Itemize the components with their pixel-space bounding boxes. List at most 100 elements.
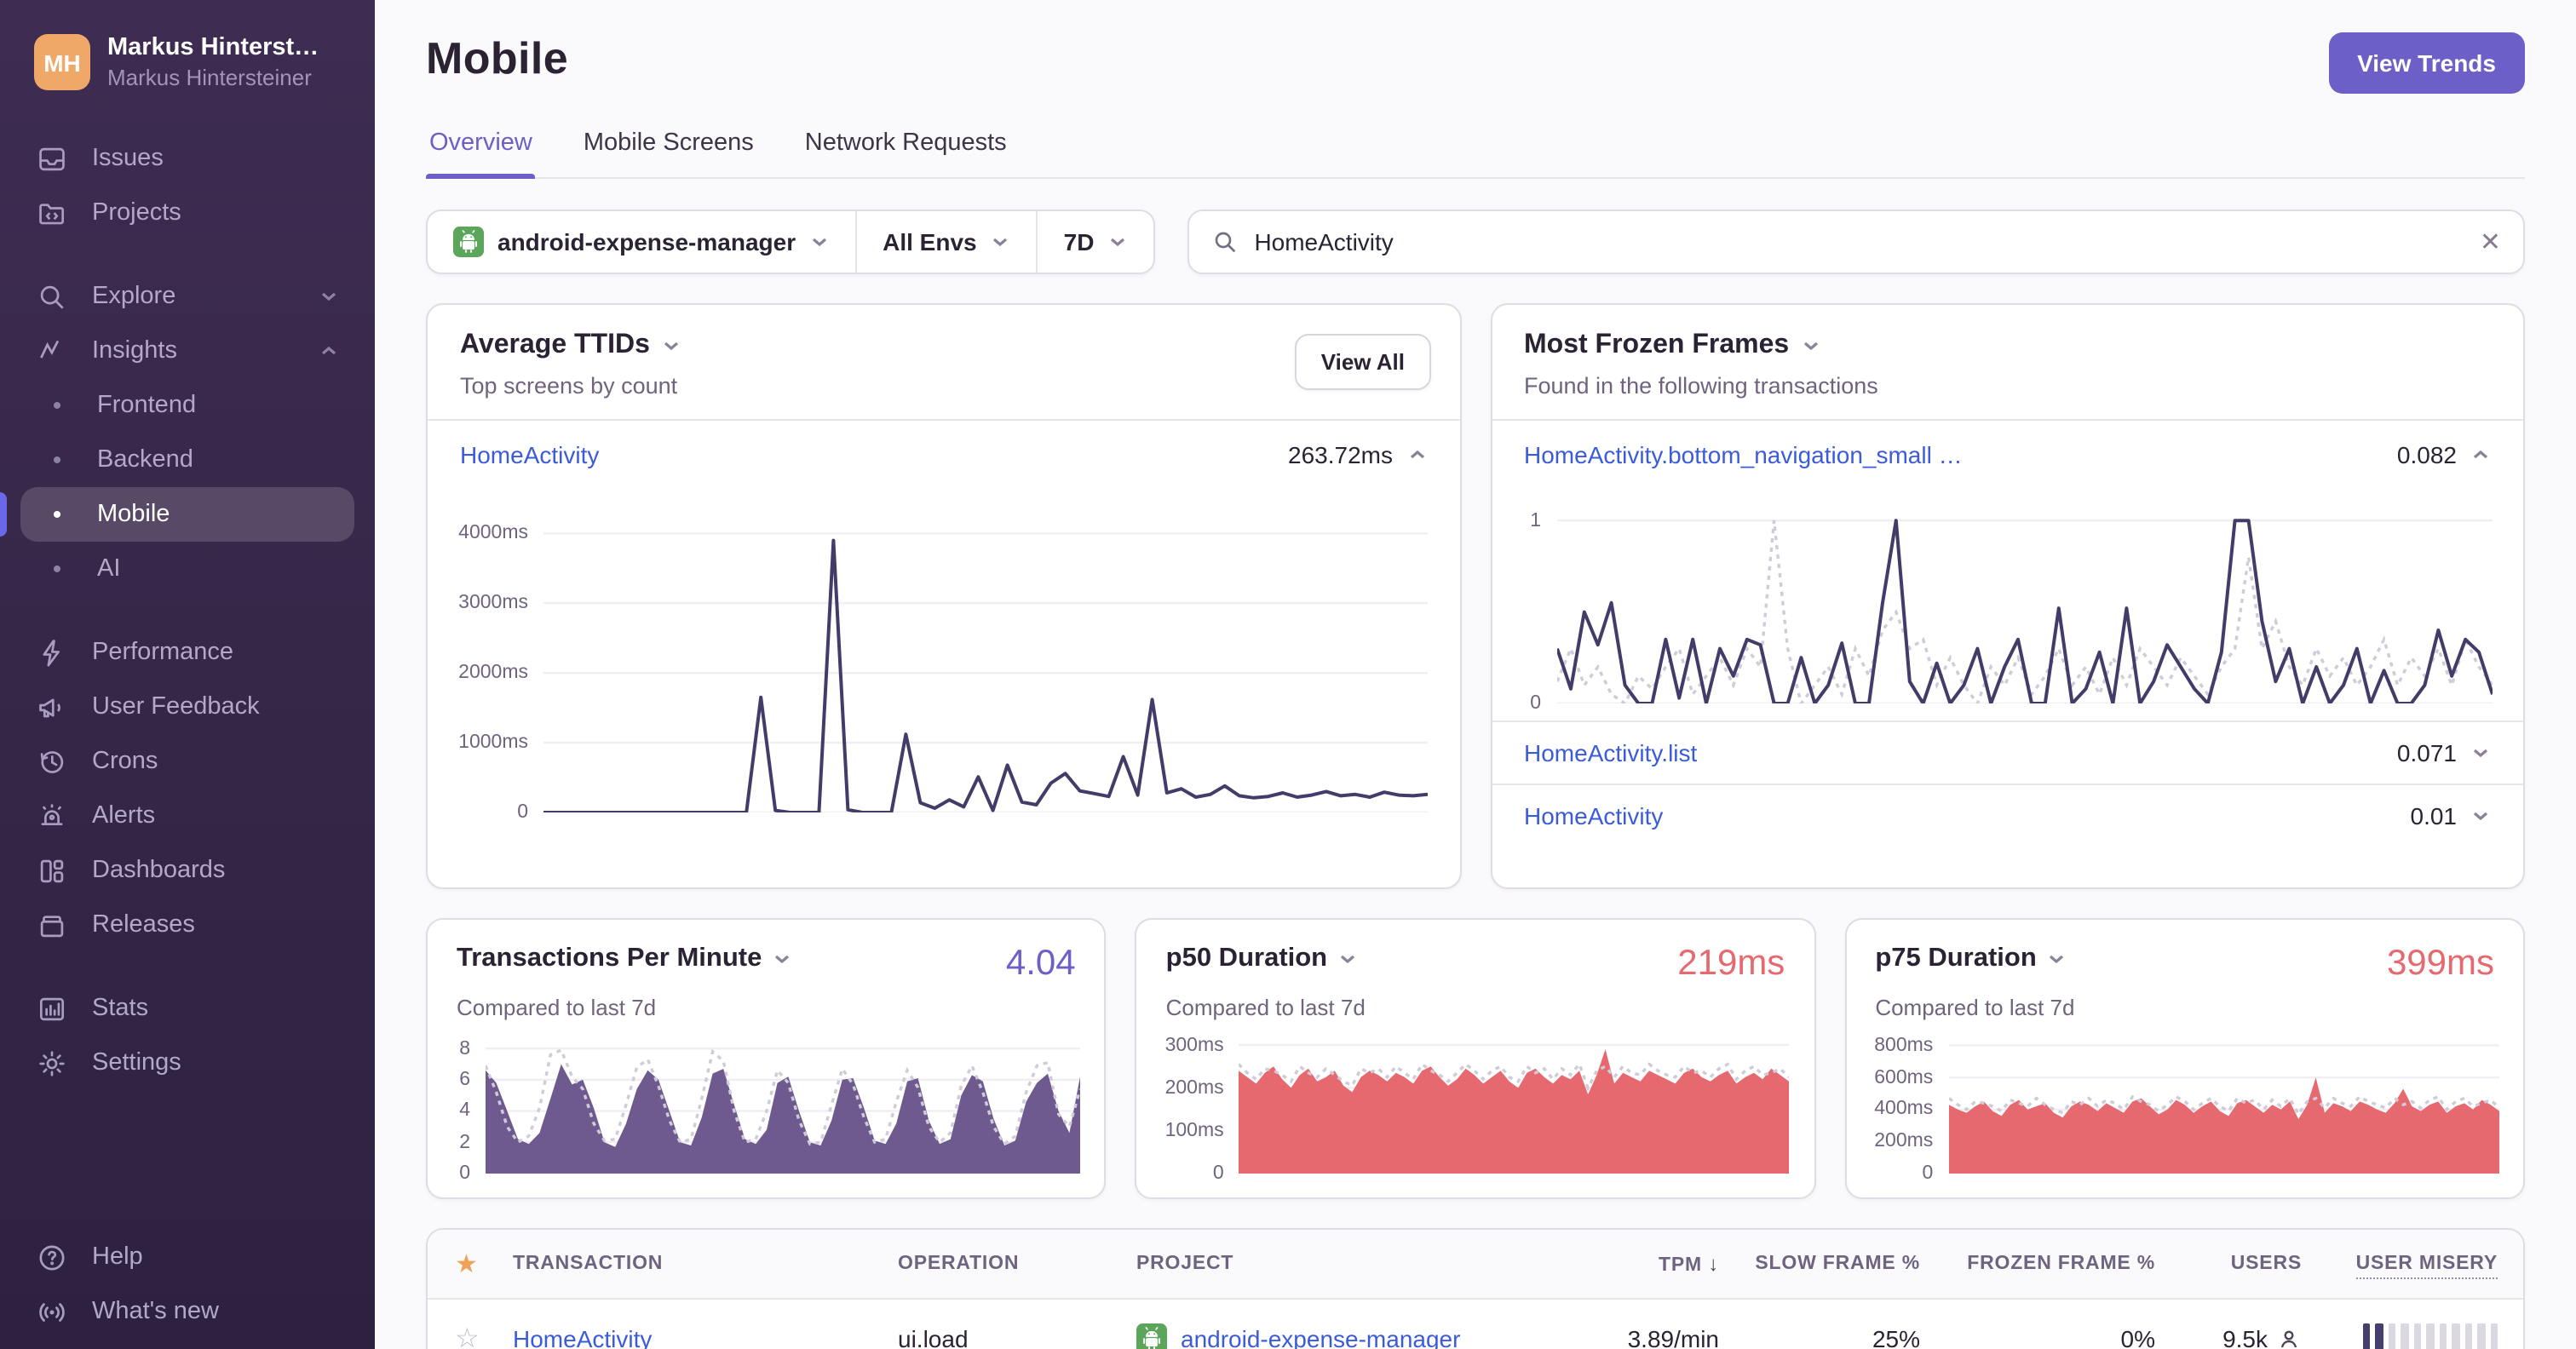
sidebar-item-projects[interactable]: Projects xyxy=(20,186,354,240)
sidebar-item-whats-new[interactable]: What's new xyxy=(20,1284,354,1339)
sort-descending-icon: ↓ xyxy=(1708,1252,1719,1276)
sidebar-item-label: User Feedback xyxy=(92,693,260,720)
chevron-down-icon[interactable] xyxy=(1337,949,1358,969)
transaction-link[interactable]: HomeActivity xyxy=(460,441,599,468)
chevron-down-icon xyxy=(319,286,339,307)
environment-selector-value: All Envs xyxy=(883,228,977,255)
sidebar-item-ai[interactable]: • AI xyxy=(20,542,354,596)
y-axis-tick: 300ms xyxy=(1164,1035,1224,1056)
chevron-down-icon[interactable] xyxy=(662,336,682,356)
metric-subtitle: Compared to last 7d xyxy=(457,995,657,1020)
chevron-down-icon[interactable] xyxy=(772,949,792,969)
y-axis-tick: 2000ms xyxy=(458,663,528,684)
column-header-operation[interactable]: OPERATION xyxy=(898,1254,1136,1274)
collapse-chevron-up-icon[interactable] xyxy=(1406,445,1427,465)
tpm-cell: 3.89/min xyxy=(1627,1325,1719,1349)
active-indicator xyxy=(0,492,7,537)
frozen-frame-cell: 0% xyxy=(2120,1325,2155,1349)
column-header-project[interactable]: PROJECT xyxy=(1136,1254,1555,1274)
sidebar-item-backend[interactable]: • Backend xyxy=(20,433,354,487)
page-filters: android-expense-manager All Envs 7D xyxy=(426,210,1156,274)
y-axis-tick: 200ms xyxy=(1874,1131,1934,1152)
column-header-users[interactable]: USERS xyxy=(2155,1254,2302,1274)
sidebar-item-explore[interactable]: Explore xyxy=(20,269,354,324)
project-selector[interactable]: android-expense-manager xyxy=(428,211,855,273)
android-project-icon xyxy=(453,227,484,257)
y-axis-tick: 600ms xyxy=(1874,1067,1934,1088)
project-link[interactable]: android-expense-manager xyxy=(1181,1325,1460,1349)
broadcast-icon xyxy=(36,1295,68,1328)
tab-network-requests[interactable]: Network Requests xyxy=(802,129,1010,177)
environment-selector[interactable]: All Envs xyxy=(855,211,1037,273)
sidebar-item-performance[interactable]: Performance xyxy=(20,625,354,680)
user-org: Markus Hintersteiner xyxy=(107,65,312,90)
p50-chart: 300ms 200ms 100ms 0 xyxy=(1151,1035,1791,1184)
sidebar-item-help[interactable]: Help xyxy=(20,1230,354,1284)
chevron-down-icon[interactable] xyxy=(1801,336,1821,356)
transaction-link[interactable]: HomeActivity xyxy=(1524,802,1663,829)
sidebar-item-user-feedback[interactable]: User Feedback xyxy=(20,680,354,734)
y-axis-tick: 100ms xyxy=(1164,1120,1224,1141)
expand-chevron-down-icon[interactable] xyxy=(2470,806,2491,826)
sidebar-item-releases[interactable]: Releases xyxy=(20,898,354,952)
sidebar-item-insights[interactable]: Insights xyxy=(20,324,354,378)
y-axis-tick: 1000ms xyxy=(458,732,528,754)
frozen-frames-chart: 10 xyxy=(1512,506,2492,714)
bullet-icon: • xyxy=(52,554,62,583)
slow-frame-cell: 25% xyxy=(1872,1325,1920,1349)
view-all-button[interactable]: View All xyxy=(1295,334,1430,390)
sidebar-item-dashboards[interactable]: Dashboards xyxy=(20,843,354,898)
transaction-link[interactable]: HomeActivity xyxy=(513,1325,898,1349)
column-header-user-misery[interactable]: USER MISERY xyxy=(2302,1254,2498,1279)
sidebar-item-alerts[interactable]: Alerts xyxy=(20,789,354,843)
ttid-value: 263.72ms xyxy=(1288,441,1393,468)
project-selector-value: android-expense-manager xyxy=(497,228,796,255)
collapse-chevron-up-icon[interactable] xyxy=(2470,445,2491,465)
sidebar-item-mobile[interactable]: • Mobile xyxy=(0,487,354,542)
app-root: MH Markus Hinterst… Markus Hintersteiner… xyxy=(0,0,2576,1349)
metric-subtitle: Compared to last 7d xyxy=(1875,995,2075,1020)
misery-bar xyxy=(2388,1323,2395,1349)
table-row: ☆ HomeActivity ui.load android-expense-m… xyxy=(428,1300,2523,1349)
operation-cell: ui.load xyxy=(898,1325,969,1349)
star-toggle-icon[interactable]: ☆ xyxy=(455,1322,513,1349)
chevron-down-icon xyxy=(1107,232,1128,252)
android-project-icon xyxy=(1136,1323,1167,1349)
clear-search-icon[interactable]: ✕ xyxy=(2480,229,2501,255)
tab-overview[interactable]: Overview xyxy=(426,129,537,179)
metric-value: 4.04 xyxy=(1005,944,1076,983)
column-header-slow-frame[interactable]: SLOW FRAME % xyxy=(1719,1254,1920,1274)
chevron-down-icon[interactable] xyxy=(2047,949,2067,969)
sidebar-item-stats[interactable]: Stats xyxy=(20,981,354,1036)
sidebar-item-label: Dashboards xyxy=(92,857,226,884)
org-user-switcher[interactable]: MH Markus Hinterst… Markus Hintersteiner xyxy=(20,34,354,90)
search-input[interactable] xyxy=(1254,228,2464,255)
table-header-row: ★ TRANSACTION OPERATION PROJECT TPM ↓ SL… xyxy=(428,1230,2523,1300)
card-subtitle: Found in the following transactions xyxy=(1524,373,1878,399)
tpm-card: Transactions Per Minute 4.04 Compared to… xyxy=(426,918,1107,1199)
transaction-link[interactable]: HomeActivity.list xyxy=(1524,739,1697,766)
card-title: Average TTIDs xyxy=(460,330,650,359)
sidebar-item-label: Performance xyxy=(92,639,234,666)
y-axis-tick: 800ms xyxy=(1874,1035,1934,1056)
p75-duration-card: p75 Duration 399ms Compared to last 7d 8… xyxy=(1844,918,2525,1199)
sidebar-item-issues[interactable]: Issues xyxy=(20,131,354,186)
column-header-transaction[interactable]: TRANSACTION xyxy=(513,1254,898,1274)
expand-chevron-down-icon[interactable] xyxy=(2470,743,2491,763)
sidebar-item-label: Stats xyxy=(92,995,149,1022)
transaction-search: ✕ xyxy=(1187,210,2525,274)
y-axis-tick: 0 xyxy=(517,802,528,823)
sidebar-item-settings[interactable]: Settings xyxy=(20,1036,354,1090)
column-header-frozen-frame[interactable]: FROZEN FRAME % xyxy=(1920,1254,2155,1274)
column-header-tpm[interactable]: TPM ↓ xyxy=(1555,1252,1719,1276)
view-trends-button[interactable]: View Trends xyxy=(2328,32,2525,94)
performance-lightning-icon xyxy=(36,636,68,669)
tpm-chart: 8 6 4 2 0 xyxy=(441,1038,1081,1184)
transaction-link[interactable]: HomeActivity.bottom_navigation_small … xyxy=(1524,441,1963,468)
misery-bar xyxy=(2426,1323,2434,1349)
tab-bar: Overview Mobile Screens Network Requests xyxy=(426,129,2525,179)
tab-mobile-screens[interactable]: Mobile Screens xyxy=(580,129,757,177)
date-range-selector[interactable]: 7D xyxy=(1036,211,1154,273)
sidebar-item-crons[interactable]: Crons xyxy=(20,734,354,789)
sidebar-item-frontend[interactable]: • Frontend xyxy=(20,378,354,433)
